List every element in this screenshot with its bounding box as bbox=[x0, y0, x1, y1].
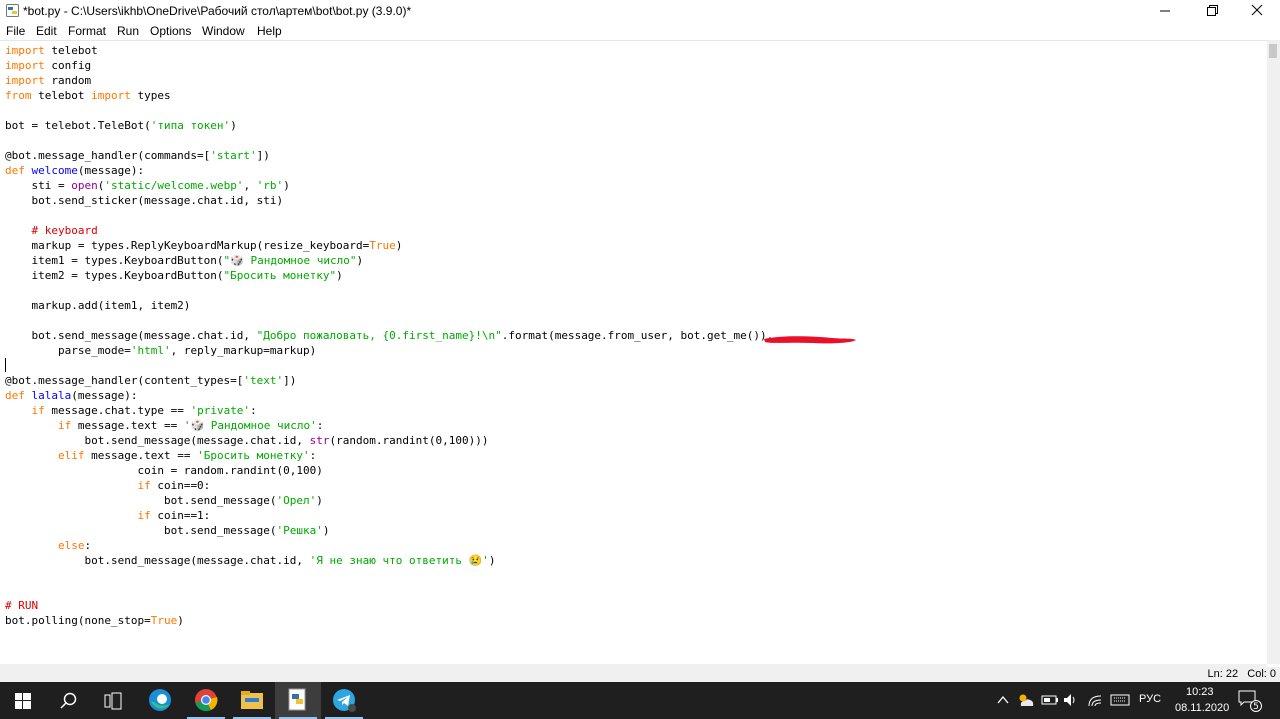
restore-button[interactable] bbox=[1188, 0, 1234, 22]
text-cursor bbox=[5, 358, 6, 372]
menu-help[interactable]: Help bbox=[257, 24, 282, 38]
search-icon bbox=[60, 692, 77, 709]
minimize-icon bbox=[1160, 10, 1170, 12]
close-icon bbox=[1251, 4, 1263, 16]
weather-icon[interactable] bbox=[1017, 692, 1035, 708]
search-button[interactable] bbox=[46, 682, 92, 719]
maximize-icon bbox=[1207, 5, 1218, 16]
clock-date[interactable]: 08.11.2020 bbox=[1175, 702, 1229, 714]
wifi-icon[interactable] bbox=[1087, 692, 1103, 708]
menu-bar: File Edit Format Run Options Window Help bbox=[0, 22, 1280, 40]
telegram-icon bbox=[333, 689, 356, 712]
taskbar-edge[interactable] bbox=[137, 682, 183, 719]
menu-run[interactable]: Run bbox=[117, 24, 139, 38]
input-language[interactable]: РУС bbox=[1139, 693, 1161, 705]
taskbar-explorer[interactable] bbox=[229, 682, 275, 719]
start-button[interactable] bbox=[0, 682, 46, 719]
close-button[interactable] bbox=[1234, 0, 1280, 22]
chevron-up-icon[interactable] bbox=[996, 692, 1010, 708]
task-view-button[interactable] bbox=[90, 682, 136, 719]
chrome-icon bbox=[195, 689, 218, 712]
scrollbar-thumb[interactable] bbox=[1269, 44, 1277, 58]
clock-time[interactable]: 10:23 bbox=[1186, 686, 1214, 698]
file-explorer-icon bbox=[241, 691, 263, 709]
minimize-button[interactable] bbox=[1142, 0, 1188, 22]
python-idle-icon bbox=[288, 688, 306, 711]
keyboard-icon[interactable] bbox=[1110, 692, 1130, 708]
volume-icon[interactable] bbox=[1062, 692, 1078, 708]
taskbar-telegram[interactable] bbox=[321, 682, 367, 719]
redaction-mark bbox=[764, 336, 856, 344]
notification-count: 5 bbox=[1250, 700, 1262, 712]
menu-edit[interactable]: Edit bbox=[36, 24, 57, 38]
menu-file[interactable]: File bbox=[6, 24, 25, 38]
status-bar: Ln: 22 Col: 0 bbox=[0, 667, 1280, 682]
taskbar-chrome[interactable] bbox=[183, 682, 229, 719]
edge-icon bbox=[149, 689, 171, 711]
battery-icon[interactable] bbox=[1041, 692, 1059, 708]
title-bar: *bot.py - C:\Users\ikhb\OneDrive\Рабочий… bbox=[0, 0, 1280, 22]
code-text[interactable]: import telebot import config import rand… bbox=[5, 43, 773, 628]
cursor-position: Ln: 22 Col: 0 bbox=[1207, 668, 1277, 680]
taskbar: РУС 10:23 08.11.2020 5 bbox=[0, 682, 1280, 719]
menu-options[interactable]: Options bbox=[150, 24, 191, 38]
taskbar-idle[interactable] bbox=[275, 682, 321, 719]
python-idle-icon bbox=[6, 4, 19, 17]
windows-start-icon bbox=[15, 693, 31, 709]
window-title: *bot.py - C:\Users\ikhb\OneDrive\Рабочий… bbox=[23, 4, 412, 18]
task-view-icon bbox=[104, 692, 122, 710]
notification-center-button[interactable]: 5 bbox=[1238, 690, 1262, 712]
menu-window[interactable]: Window bbox=[202, 24, 245, 38]
vertical-scrollbar[interactable] bbox=[1267, 40, 1280, 664]
code-editor[interactable]: import telebot import config import rand… bbox=[0, 40, 1267, 665]
menu-format[interactable]: Format bbox=[68, 24, 106, 38]
